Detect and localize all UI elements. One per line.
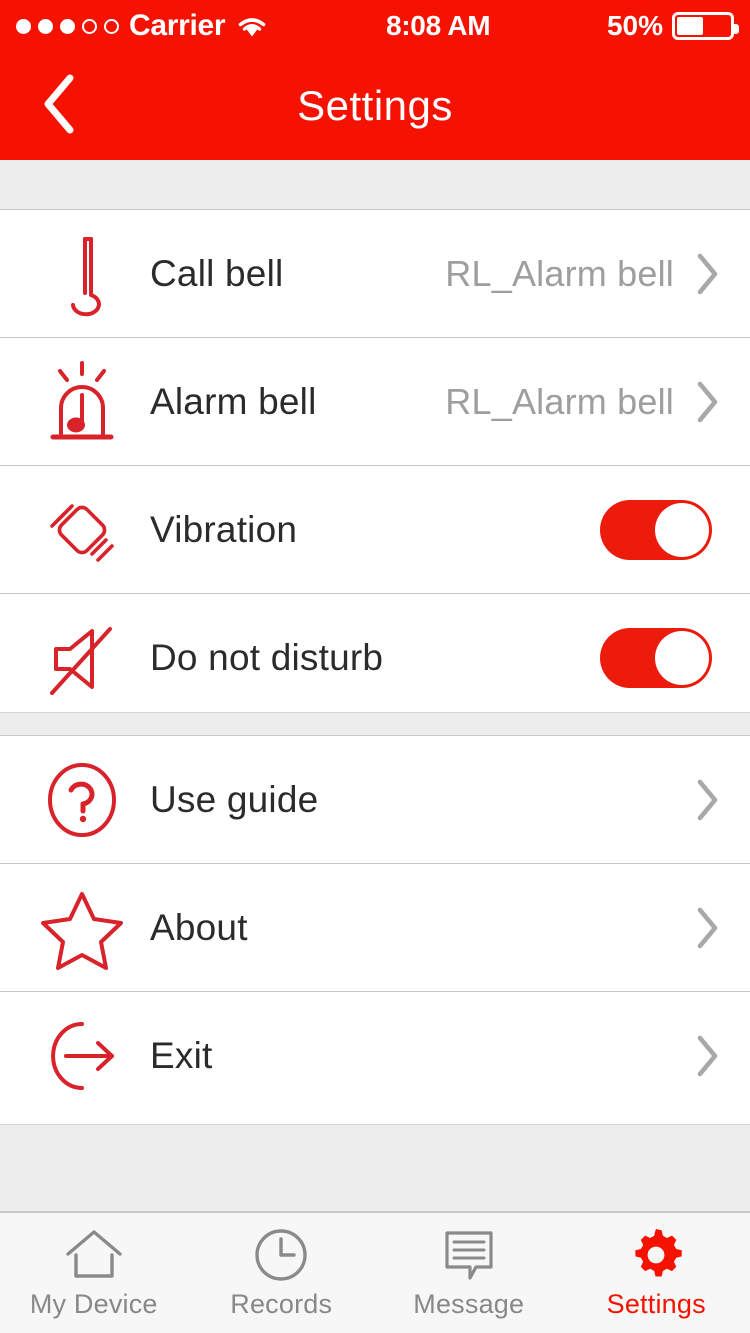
row-label: Alarm bell (150, 380, 317, 422)
gear-icon (627, 1227, 685, 1283)
toggle-knob (655, 502, 709, 557)
signal-dot (60, 18, 75, 34)
signal-dot (82, 18, 97, 34)
row-label: Exit (150, 1035, 213, 1076)
row-call-bell[interactable]: Call bell RL_Alarm bell (0, 210, 750, 338)
status-bar-center: 8:08 AM (269, 10, 607, 42)
nav-bar: Settings (0, 52, 750, 160)
status-bar-left: Carrier (16, 9, 269, 43)
chevron-right-icon (690, 777, 724, 823)
tab-label: My Device (29, 1288, 158, 1319)
row-alarm-bell[interactable]: Alarm bell RL_Alarm bell (0, 338, 750, 466)
question-circle-icon (36, 757, 128, 843)
chevron-left-icon (38, 72, 82, 141)
row-value: RL_Alarm bell (445, 380, 674, 422)
wifi-icon (235, 13, 269, 39)
vibration-toggle[interactable] (600, 499, 712, 560)
tab-label: Records (230, 1288, 333, 1319)
row-label: Do not disturb (150, 637, 384, 678)
battery-icon (672, 12, 739, 40)
chevron-right-icon (690, 379, 724, 425)
section-gap-bottom (0, 1124, 750, 1212)
row-label: Vibration (150, 508, 298, 550)
page-title: Settings (297, 82, 453, 129)
chevron-right-icon (690, 251, 724, 297)
clock-label: 8:08 AM (386, 10, 491, 41)
tab-label: Settings (606, 1288, 706, 1319)
tab-settings[interactable]: Settings (563, 1213, 750, 1333)
row-label: Call bell (150, 252, 284, 294)
signal-dot (38, 18, 53, 34)
exit-icon (36, 1014, 128, 1098)
tab-message[interactable]: Message (375, 1213, 563, 1333)
status-bar-right: 50% (606, 10, 739, 42)
section-gap-middle (0, 712, 750, 736)
star-icon (36, 885, 128, 971)
signal-dot (104, 18, 119, 34)
battery-percent-label: 50% (606, 10, 663, 41)
tab-records[interactable]: Records (188, 1213, 376, 1333)
settings-group-primary: Call bell RL_Alarm bell Alarm bell RL_Al… (0, 210, 750, 722)
tab-bar: My Device Records Message Settings (0, 1212, 750, 1333)
signal-dot (16, 18, 31, 34)
signal-strength-dots (16, 18, 119, 34)
music-note-icon (36, 231, 128, 317)
section-gap-top (0, 160, 750, 210)
tab-label: Message (413, 1288, 525, 1319)
row-exit[interactable]: Exit (0, 992, 750, 1120)
vibration-icon (36, 486, 128, 574)
row-do-not-disturb[interactable]: Do not disturb (0, 594, 750, 722)
mute-speaker-icon (36, 615, 128, 701)
home-icon (64, 1227, 124, 1283)
toggle-knob (655, 631, 709, 685)
chevron-right-icon (690, 905, 724, 951)
row-about[interactable]: About (0, 864, 750, 992)
tab-my-device[interactable]: My Device (0, 1213, 188, 1333)
row-label: Use guide (150, 778, 319, 820)
message-icon (440, 1227, 498, 1283)
row-value: RL_Alarm bell (445, 252, 674, 294)
row-label: About (150, 906, 248, 948)
status-bar: Carrier 8:08 AM 50% (0, 0, 750, 52)
row-vibration[interactable]: Vibration (0, 466, 750, 594)
row-use-guide[interactable]: Use guide (0, 736, 750, 864)
app-screen: Carrier 8:08 AM 50% Settings Call bell R… (0, 0, 750, 1333)
settings-group-secondary: Use guide About Exit (0, 736, 750, 1120)
clock-icon (253, 1227, 309, 1283)
back-button[interactable] (18, 52, 102, 160)
carrier-label: Carrier (129, 9, 226, 42)
chevron-right-icon (690, 1033, 724, 1079)
siren-bell-icon (36, 357, 128, 447)
do-not-disturb-toggle[interactable] (600, 628, 712, 688)
